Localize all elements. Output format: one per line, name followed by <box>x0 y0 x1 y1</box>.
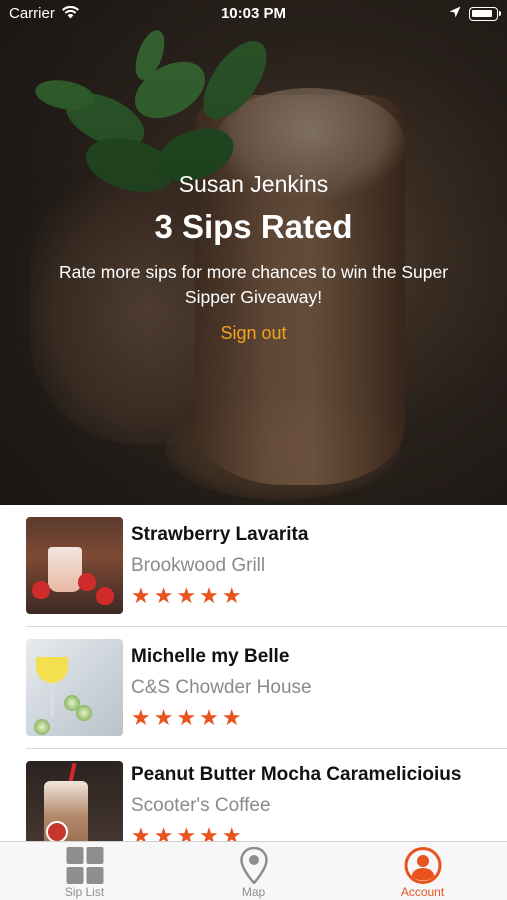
sip-info: Strawberry Lavarita Brookwood Grill ★★★★… <box>131 523 495 607</box>
sip-title: Peanut Butter Mocha Caramelicioius <box>131 764 462 785</box>
tab-account[interactable]: Account <box>338 842 507 900</box>
cucumber-slice <box>34 719 50 735</box>
drink-glass <box>48 547 82 592</box>
strawberry <box>32 581 50 599</box>
account-icon <box>404 847 441 884</box>
sip-thumbnail <box>26 639 123 736</box>
battery-icon <box>469 7 501 21</box>
profile-summary: Susan Jenkins 3 Sips Rated Rate more sip… <box>0 168 507 344</box>
tab-label: Sip List <box>64 885 105 899</box>
sip-thumbnail <box>26 517 123 614</box>
tab-bar: Sip List Map Account <box>0 841 507 900</box>
list-item[interactable]: Peanut Butter Mocha Caramelicioius Scoot… <box>0 749 507 841</box>
grid-icon <box>66 847 103 884</box>
sip-place: C&S Chowder House <box>131 677 312 698</box>
sip-info: Michelle my Belle C&S Chowder House ★★★★… <box>131 645 495 729</box>
clock: 10:03 PM <box>220 5 287 22</box>
tab-map[interactable]: Map <box>169 842 338 900</box>
star-rating: ★★★★★ <box>131 705 245 730</box>
sip-title: Michelle my Belle <box>131 646 290 667</box>
status-bar: Carrier 10:03 PM <box>0 0 507 28</box>
tab-label: Account <box>400 885 445 899</box>
giveaway-message: Rate more sips for more chances to win t… <box>58 262 449 307</box>
sip-place: Scooter's Coffee <box>131 795 271 816</box>
star-rating: ★★★★★ <box>131 583 245 608</box>
map-pin-icon <box>239 847 268 884</box>
glass-stem <box>50 683 54 717</box>
location-arrow-icon <box>449 6 461 18</box>
drink-glass <box>36 657 68 683</box>
sip-thumbnail <box>26 761 123 841</box>
tab-label: Map <box>241 885 266 899</box>
cup-logo <box>46 821 68 841</box>
tab-sip-list[interactable]: Sip List <box>0 842 169 900</box>
sip-place: Brookwood Grill <box>131 555 266 576</box>
sip-info: Peanut Butter Mocha Caramelicioius Scoot… <box>131 763 495 841</box>
star-rating: ★★★★★ <box>131 823 245 842</box>
user-name: Susan Jenkins <box>178 171 329 197</box>
list-item[interactable]: Strawberry Lavarita Brookwood Grill ★★★★… <box>0 505 507 627</box>
sip-title: Strawberry Lavarita <box>131 524 309 545</box>
cucumber-slice <box>76 705 92 721</box>
strawberry <box>78 573 96 591</box>
rated-sips-list: Strawberry Lavarita Brookwood Grill ★★★★… <box>0 505 507 841</box>
list-item[interactable]: Michelle my Belle C&S Chowder House ★★★★… <box>0 627 507 749</box>
sign-out-button[interactable]: Sign out <box>220 323 286 344</box>
sips-rated-count: 3 Sips Rated <box>154 208 353 245</box>
strawberry <box>96 587 114 605</box>
